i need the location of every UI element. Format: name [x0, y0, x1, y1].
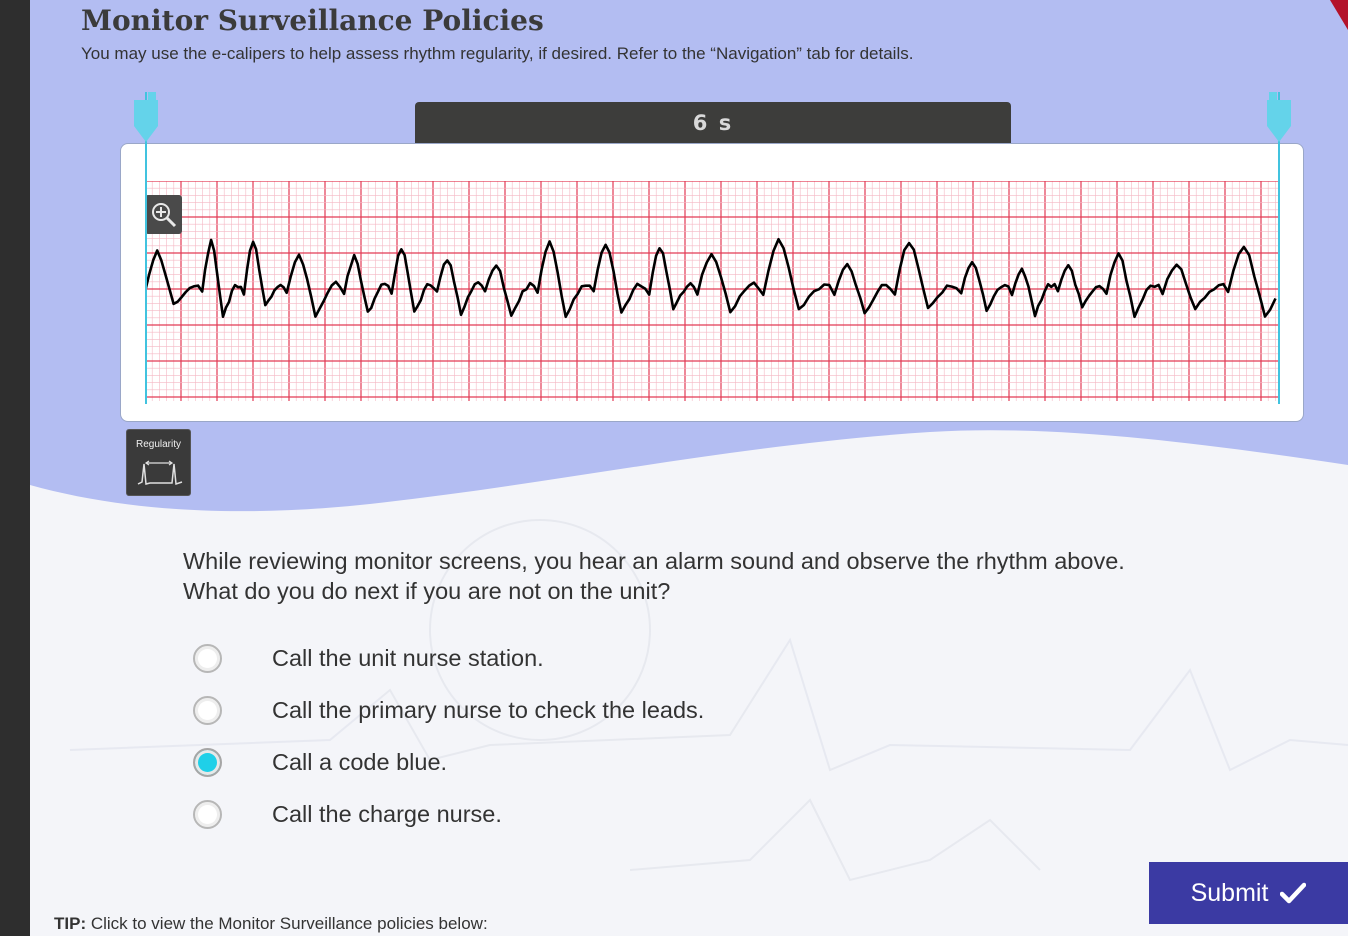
checkmark-icon: [1280, 882, 1307, 904]
radio-button[interactable]: [193, 800, 222, 829]
answer-option[interactable]: Call the charge nurse.: [193, 796, 893, 836]
radio-button[interactable]: [193, 644, 222, 673]
ecg-strip-card: [120, 143, 1304, 422]
zoom-in-button[interactable]: [145, 195, 182, 234]
tip-prefix: TIP:: [54, 914, 87, 933]
option-label: Call the unit nurse station.: [272, 645, 544, 671]
question-line-2: What do you do next if you are not on th…: [183, 578, 671, 604]
corner-flag: [1330, 0, 1348, 30]
stage: Monitor Surveillance Policies You may us…: [30, 0, 1348, 936]
radio-button[interactable]: [193, 696, 222, 725]
strip-duration-bar: 6 s: [415, 102, 1011, 144]
question-line-1: While reviewing monitor screens, you hea…: [183, 548, 1125, 574]
regularity-icon: [137, 460, 183, 486]
strip-duration-label: 6 s: [692, 111, 734, 135]
answer-option[interactable]: Call the unit nurse station.: [193, 640, 893, 680]
page-subtitle: You may use the e-calipers to help asses…: [81, 44, 914, 63]
caliper-handle-icon: [1267, 92, 1291, 142]
page-title: Monitor Surveillance Policies: [81, 4, 544, 37]
answer-option[interactable]: Call a code blue.: [193, 744, 893, 784]
option-label: Call the primary nurse to check the lead…: [272, 697, 705, 723]
submit-label: Submit: [1190, 878, 1269, 907]
magnifier-icon: [151, 202, 176, 227]
question-text: While reviewing monitor screens, you hea…: [183, 546, 1233, 606]
tip-text: TIP: Click to view the Monitor Surveilla…: [54, 914, 488, 934]
tip-body: Click to view the Monitor Surveillance p…: [86, 914, 488, 933]
left-rail: [0, 0, 30, 936]
right-caliper-handle[interactable]: [1267, 92, 1291, 404]
left-caliper-handle[interactable]: [134, 92, 158, 404]
caliper-handle-icon: [134, 92, 158, 142]
ecg-grid: [145, 181, 1279, 401]
option-label: Call the charge nurse.: [272, 801, 502, 827]
radio-button[interactable]: [193, 748, 222, 777]
ecg-rhythm-strip: [145, 181, 1279, 401]
submit-button[interactable]: Submit: [1149, 862, 1348, 924]
regularity-tool-button[interactable]: Regularity: [126, 429, 191, 496]
option-label: Call a code blue.: [272, 749, 448, 775]
ecg-trace: [145, 237, 1277, 319]
regularity-label: Regularity: [135, 439, 182, 450]
answer-option[interactable]: Call the primary nurse to check the lead…: [193, 692, 893, 732]
